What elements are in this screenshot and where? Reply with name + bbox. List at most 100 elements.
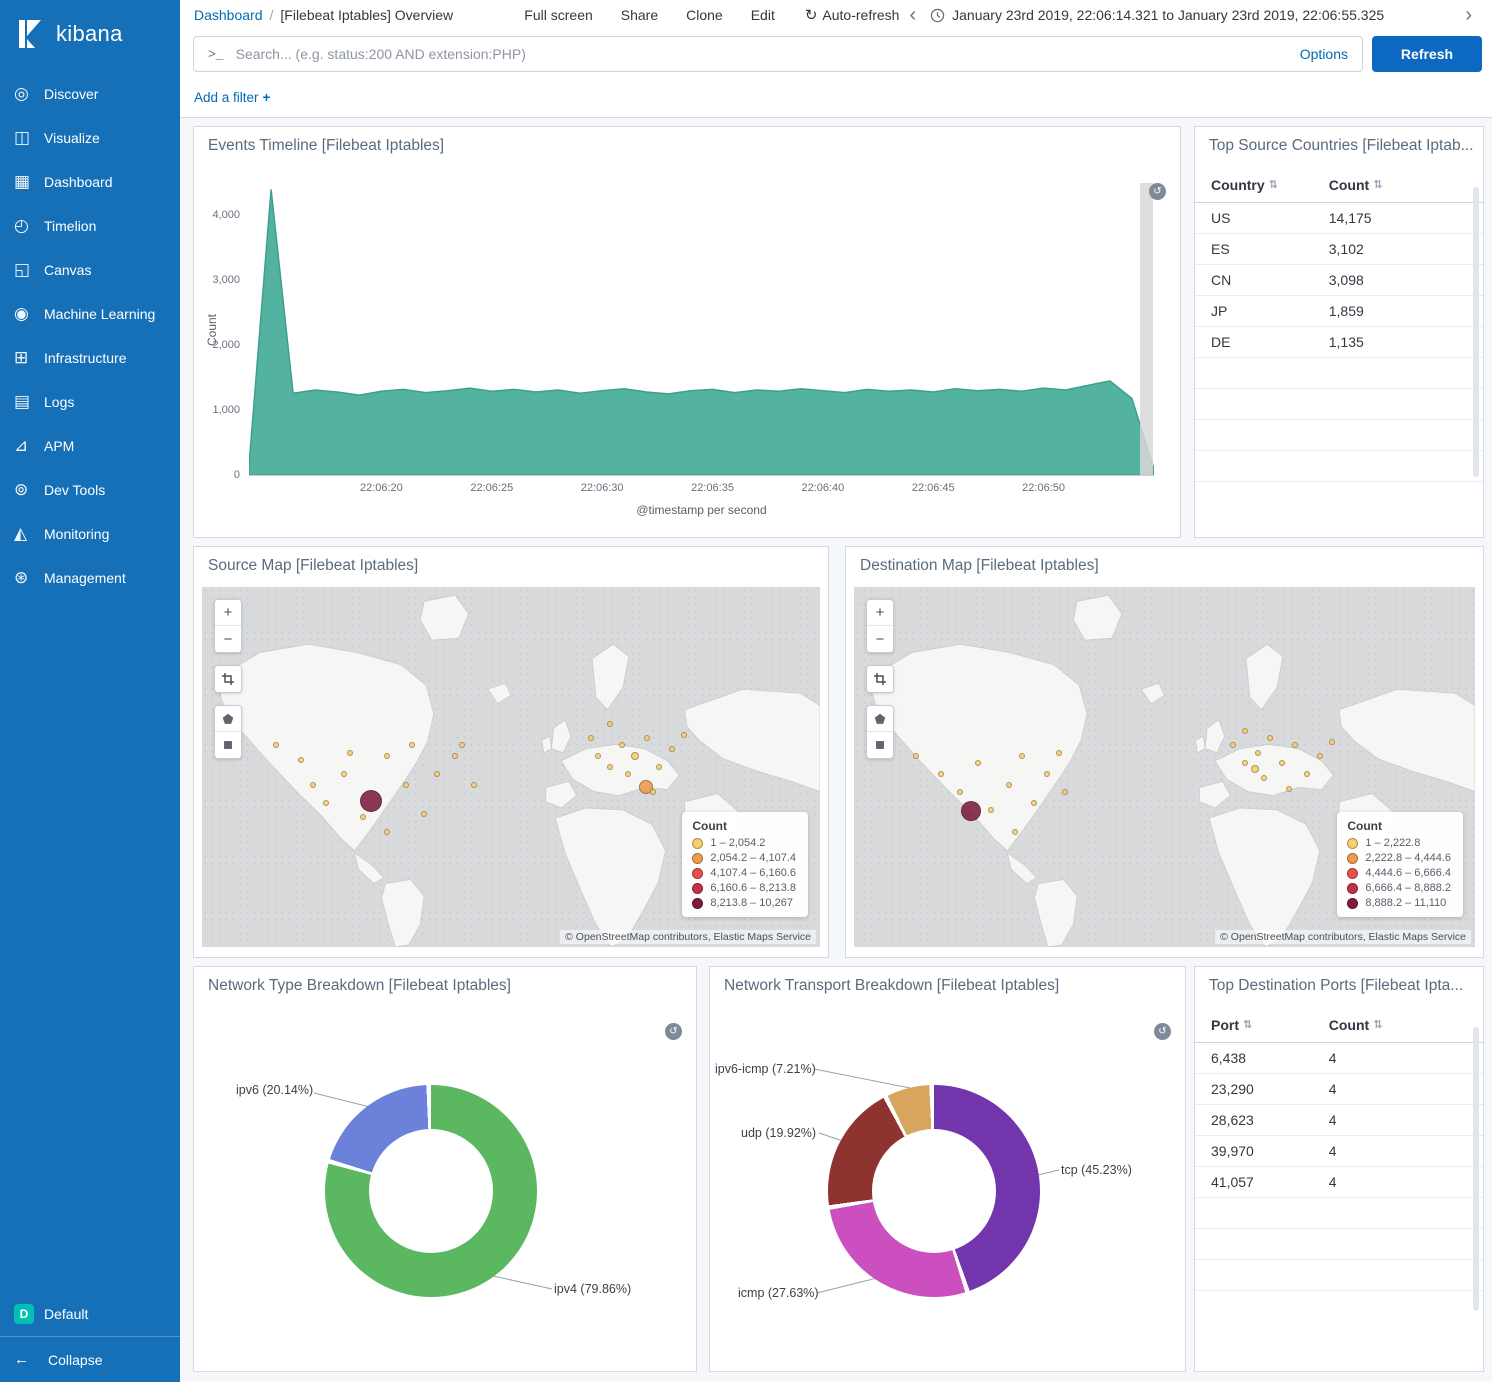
slice-label-ipv6[interactable]: ipv6 (20.14%) bbox=[236, 1083, 313, 1097]
map-point[interactable] bbox=[298, 757, 304, 763]
draw-polygon-button[interactable] bbox=[215, 706, 241, 732]
map-point[interactable] bbox=[961, 801, 981, 821]
panel-time-filter-icon[interactable]: ↺ bbox=[1154, 1023, 1171, 1040]
sidebar-item-timelion[interactable]: ◴Timelion bbox=[0, 204, 180, 248]
map-point[interactable] bbox=[1062, 789, 1068, 795]
fit-bounds-button[interactable] bbox=[215, 666, 241, 692]
map-point[interactable] bbox=[1292, 742, 1298, 748]
menu-full-screen[interactable]: Full screen bbox=[524, 7, 592, 23]
refresh-button[interactable]: Refresh bbox=[1372, 36, 1482, 72]
map-point[interactable] bbox=[1255, 750, 1261, 756]
map-point[interactable] bbox=[1242, 728, 1248, 734]
zoom-out-button[interactable]: − bbox=[867, 626, 893, 652]
kibana-brand[interactable]: kibana bbox=[0, 0, 180, 72]
map-point[interactable] bbox=[631, 752, 639, 760]
map-point[interactable] bbox=[384, 753, 390, 759]
slice-label-tcp[interactable]: tcp (45.23%) bbox=[1061, 1163, 1132, 1177]
map-point[interactable] bbox=[434, 771, 440, 777]
sidebar-item-dashboard[interactable]: ▦Dashboard bbox=[0, 160, 180, 204]
map-point[interactable] bbox=[452, 753, 458, 759]
map-point[interactable] bbox=[1019, 753, 1025, 759]
column-header-country[interactable]: Country⇅ bbox=[1211, 177, 1329, 193]
map-point[interactable] bbox=[273, 742, 279, 748]
panel-time-filter-icon[interactable]: ↺ bbox=[665, 1023, 682, 1040]
sidebar-item-infrastructure[interactable]: ⊞Infrastructure bbox=[0, 336, 180, 380]
column-header-port[interactable]: Port⇅ bbox=[1211, 1017, 1329, 1033]
map-point[interactable] bbox=[360, 790, 382, 812]
map-point[interactable] bbox=[1242, 760, 1248, 766]
zoom-in-button[interactable]: + bbox=[215, 600, 241, 626]
draw-polygon-button[interactable] bbox=[867, 706, 893, 732]
breadcrumb-dashboard[interactable]: Dashboard bbox=[194, 7, 263, 23]
map-point[interactable] bbox=[607, 764, 613, 770]
events-area-chart[interactable] bbox=[249, 183, 1154, 476]
zoom-in-button[interactable]: + bbox=[867, 600, 893, 626]
space-selector[interactable]: D Default bbox=[0, 1292, 180, 1336]
menu-share[interactable]: Share bbox=[621, 7, 658, 23]
slice-label-icmp[interactable]: icmp (27.63%) bbox=[738, 1286, 819, 1300]
search-options-link[interactable]: Options bbox=[1300, 46, 1348, 62]
map-point[interactable] bbox=[644, 735, 650, 741]
sidebar-item-discover[interactable]: ◎Discover bbox=[0, 72, 180, 116]
slice-label-udp[interactable]: udp (19.92%) bbox=[741, 1126, 816, 1140]
sidebar-item-dev-tools[interactable]: ⊚Dev Tools bbox=[0, 468, 180, 512]
map-canvas[interactable]: + − Count bbox=[202, 587, 820, 947]
map-point[interactable] bbox=[595, 753, 601, 759]
time-range-picker[interactable]: January 23rd 2019, 22:06:14.321 to Janua… bbox=[930, 7, 1384, 23]
map-point[interactable] bbox=[421, 811, 427, 817]
map-point[interactable] bbox=[681, 732, 687, 738]
sidebar-item-monitoring[interactable]: ◭Monitoring bbox=[0, 512, 180, 556]
map-point[interactable] bbox=[1279, 760, 1285, 766]
map-point[interactable] bbox=[1329, 739, 1335, 745]
map-point[interactable] bbox=[1012, 829, 1018, 835]
map-point[interactable] bbox=[656, 764, 662, 770]
sidebar-collapse-button[interactable]: ← Collapse bbox=[0, 1336, 180, 1382]
sidebar-item-visualize[interactable]: ◫Visualize bbox=[0, 116, 180, 160]
map-point[interactable] bbox=[1286, 786, 1292, 792]
map-point[interactable] bbox=[1267, 735, 1273, 741]
map-point[interactable] bbox=[1261, 775, 1267, 781]
map-point[interactable] bbox=[1230, 742, 1236, 748]
map-point[interactable] bbox=[310, 782, 316, 788]
map-point[interactable] bbox=[403, 782, 409, 788]
add-filter-button[interactable]: Add a filter+ bbox=[194, 90, 270, 105]
map-point[interactable] bbox=[988, 807, 994, 813]
zoom-out-button[interactable]: − bbox=[215, 626, 241, 652]
map-point[interactable] bbox=[625, 771, 631, 777]
slice-label-ipv6-icmp[interactable]: ipv6-icmp (7.21%) bbox=[715, 1062, 816, 1076]
sidebar-item-canvas[interactable]: ◱Canvas bbox=[0, 248, 180, 292]
column-header-count[interactable]: Count⇅ bbox=[1329, 1017, 1467, 1033]
map-point[interactable] bbox=[341, 771, 347, 777]
sidebar-item-machine-learning[interactable]: ◉Machine Learning bbox=[0, 292, 180, 336]
map-canvas[interactable]: + − Count bbox=[854, 587, 1475, 947]
map-point[interactable] bbox=[1006, 782, 1012, 788]
column-header-count[interactable]: Count⇅ bbox=[1329, 177, 1467, 193]
network-type-donut[interactable] bbox=[325, 1085, 537, 1297]
map-point[interactable] bbox=[409, 742, 415, 748]
map-point[interactable] bbox=[913, 753, 919, 759]
map-point[interactable] bbox=[347, 750, 353, 756]
map-point[interactable] bbox=[1251, 765, 1259, 773]
sidebar-item-management[interactable]: ⊛Management bbox=[0, 556, 180, 600]
map-point[interactable] bbox=[1317, 753, 1323, 759]
map-point[interactable] bbox=[607, 721, 613, 727]
table-scrollbar[interactable] bbox=[1473, 1027, 1479, 1311]
search-input[interactable] bbox=[236, 46, 1288, 62]
draw-rectangle-button[interactable] bbox=[867, 732, 893, 758]
panel-time-filter-icon[interactable]: ↺ bbox=[1149, 183, 1166, 200]
map-point[interactable] bbox=[650, 789, 656, 795]
time-prev-button[interactable]: ‹ bbox=[899, 5, 926, 25]
map-point[interactable] bbox=[938, 771, 944, 777]
map-point[interactable] bbox=[459, 742, 465, 748]
map-point[interactable] bbox=[669, 746, 675, 752]
network-transport-donut[interactable] bbox=[828, 1085, 1040, 1297]
map-point[interactable] bbox=[1044, 771, 1050, 777]
map-point[interactable] bbox=[1056, 750, 1062, 756]
sidebar-item-logs[interactable]: ▤Logs bbox=[0, 380, 180, 424]
map-point[interactable] bbox=[360, 814, 366, 820]
map-point[interactable] bbox=[471, 782, 477, 788]
slice-label-ipv4[interactable]: ipv4 (79.86%) bbox=[554, 1282, 631, 1296]
time-next-button[interactable]: › bbox=[1455, 5, 1482, 25]
table-scrollbar[interactable] bbox=[1473, 187, 1479, 477]
map-point[interactable] bbox=[1031, 800, 1037, 806]
